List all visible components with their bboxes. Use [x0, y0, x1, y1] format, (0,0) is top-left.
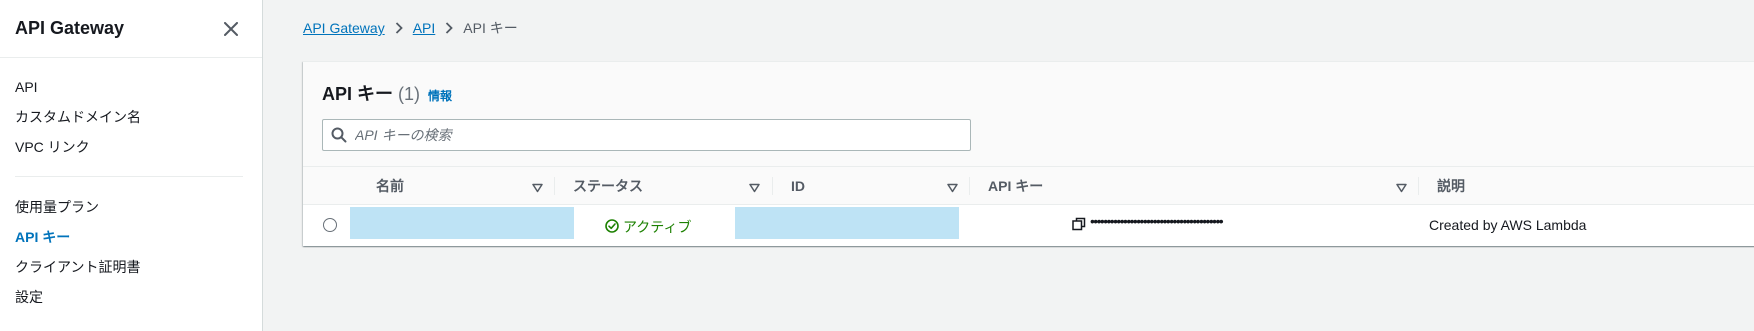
column-header-label: 名前	[376, 178, 404, 194]
sidebar-item-api[interactable]: API	[0, 72, 262, 102]
sidebar: API Gateway API カスタムドメイン名 VPC リンク 使用量プラン…	[0, 0, 263, 331]
column-divider[interactable]	[772, 177, 773, 195]
panel-header: API キー (1) 情報	[303, 62, 1754, 167]
api-keys-panel: API キー (1) 情報 名前 ステータス	[303, 61, 1754, 246]
info-link[interactable]: 情報	[428, 87, 452, 104]
sidebar-item-usage-plans[interactable]: 使用量プラン	[0, 192, 262, 222]
breadcrumb-api[interactable]: API	[413, 20, 436, 36]
column-divider[interactable]	[1418, 177, 1419, 195]
breadcrumb: API Gateway API API キー	[303, 18, 518, 38]
column-header-api-key[interactable]: API キー	[988, 167, 1043, 205]
column-header-name[interactable]: 名前	[376, 167, 404, 205]
search-input[interactable]	[355, 127, 955, 143]
column-header-status[interactable]: ステータス	[573, 167, 643, 205]
column-header-label: ステータス	[573, 178, 643, 194]
table-row[interactable]: アクティブ ••••••••••••••••••••••••••••••••••…	[303, 205, 1754, 245]
status-text: アクティブ	[623, 219, 692, 235]
column-header-label: 説明	[1437, 178, 1465, 194]
search-box[interactable]	[322, 119, 971, 151]
sort-down-icon[interactable]	[1396, 180, 1407, 198]
nav-group-secondary: 使用量プラン API キー クライアント証明書 設定	[0, 177, 262, 326]
copy-icon[interactable]	[1072, 217, 1088, 233]
sort-down-icon[interactable]	[947, 180, 958, 198]
close-icon[interactable]	[220, 18, 242, 40]
sort-down-icon[interactable]	[532, 180, 543, 198]
panel-count: (1)	[398, 84, 421, 104]
nav-group-main: API カスタムドメイン名 VPC リンク	[0, 58, 262, 176]
search-icon	[331, 127, 347, 143]
row-select-radio[interactable]	[323, 218, 337, 232]
breadcrumb-current: API キー	[463, 20, 518, 36]
sidebar-item-custom-domain[interactable]: カスタムドメイン名	[0, 102, 262, 132]
panel-title-text: API キー	[322, 84, 394, 104]
panel-title: API キー (1) 情報	[322, 80, 452, 106]
redacted-id-cell	[735, 207, 959, 239]
sidebar-item-settings[interactable]: 設定	[0, 282, 262, 312]
column-header-description[interactable]: 説明	[1437, 167, 1465, 205]
status-badge: アクティブ	[605, 217, 691, 237]
sort-down-icon[interactable]	[749, 180, 760, 198]
sidebar-title: API Gateway	[15, 18, 125, 38]
chevron-right-icon	[395, 22, 403, 34]
sidebar-item-api-keys[interactable]: API キー	[0, 222, 262, 252]
sidebar-header: API Gateway	[0, 0, 262, 58]
column-header-label: ID	[791, 178, 805, 194]
column-header-label: API キー	[988, 178, 1044, 194]
main-content: API Gateway API API キー API キー (1) 情報 API…	[264, 0, 1754, 331]
column-header-id[interactable]: ID	[791, 167, 805, 205]
api-key-masked: ••••••••••••••••••••••••••••••••••••••••	[1090, 213, 1224, 229]
column-divider[interactable]	[969, 177, 970, 195]
table-header: 名前 ステータス ID API キー 説明	[303, 167, 1754, 205]
description-cell: Created by AWS Lambda	[1429, 217, 1587, 233]
sidebar-item-vpc-link[interactable]: VPC リンク	[0, 132, 262, 162]
redacted-name-cell	[350, 207, 574, 239]
column-divider[interactable]	[554, 177, 555, 195]
breadcrumb-api-gateway[interactable]: API Gateway	[303, 20, 385, 36]
chevron-right-icon	[445, 22, 454, 34]
sidebar-item-client-certificates[interactable]: クライアント証明書	[0, 252, 262, 282]
check-circle-icon	[605, 218, 623, 236]
